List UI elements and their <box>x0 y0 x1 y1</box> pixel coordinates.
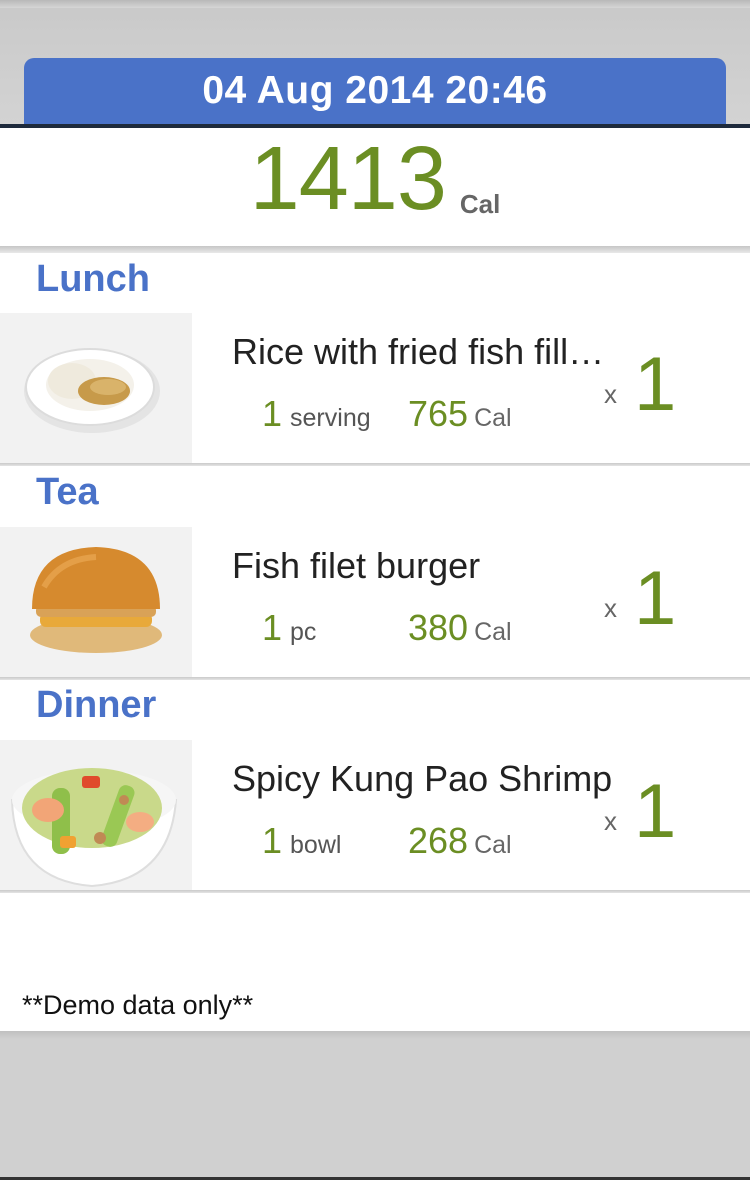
food-calories: 380 Cal <box>408 607 512 648</box>
food-calories: 268 Cal <box>408 820 512 861</box>
food-calories-unit: Cal <box>474 618 512 646</box>
food-count[interactable]: 1 <box>634 555 676 642</box>
food-row-lunch[interactable]: Rice with fried fish fill… 1 serving 765 C… <box>0 313 750 463</box>
food-count[interactable]: 1 <box>634 341 676 428</box>
fish-burger-photo-icon <box>0 527 192 677</box>
meal-header-dinner: Dinner <box>36 684 157 726</box>
meal-header-lunch: Lunch <box>36 258 150 300</box>
row-divider <box>0 890 750 893</box>
food-quantity-unit: serving <box>290 404 371 432</box>
bottom-bar <box>0 1031 750 1180</box>
meal-list: Lunch Rice with fried fish fill… 1 servin… <box>0 253 750 1031</box>
kung-pao-shrimp-bowl-photo-icon <box>0 740 192 890</box>
rice-fish-plate-photo-icon <box>0 313 192 463</box>
food-calories-unit: Cal <box>474 404 512 432</box>
meal-header-tea: Tea <box>36 471 99 513</box>
food-name: Spicy Kung Pao Shrimp <box>232 758 613 799</box>
total-calories-panel: 1413 Cal <box>0 128 750 246</box>
date-label: 04 Aug 2014 20:46 <box>202 69 548 112</box>
food-quantity: 1 pc <box>262 607 317 648</box>
food-quantity: 1 serving <box>262 393 371 434</box>
summary-divider <box>0 246 750 253</box>
food-row-dinner[interactable]: Spicy Kung Pao Shrimp 1 bowl 268 Cal x 1 <box>0 740 750 890</box>
demo-note: **Demo data only** <box>22 990 254 1020</box>
food-calories: 765 Cal <box>408 393 512 434</box>
food-calories-unit: Cal <box>474 831 512 859</box>
row-divider <box>0 463 750 466</box>
multiplier-sign: x <box>604 379 617 409</box>
food-quantity-unit: bowl <box>290 831 342 859</box>
total-calories-value: 1413 <box>249 129 447 229</box>
food-name: Fish filet burger <box>232 545 481 586</box>
food-name: Rice with fried fish fill… <box>232 331 605 372</box>
total-calories-unit: Cal <box>459 189 501 219</box>
multiplier-sign: x <box>604 806 617 836</box>
food-quantity-unit: pc <box>290 618 317 646</box>
row-divider <box>0 677 750 680</box>
food-quantity: 1 bowl <box>262 820 342 861</box>
date-tab[interactable]: 04 Aug 2014 20:46 <box>24 58 726 124</box>
food-count[interactable]: 1 <box>634 768 676 855</box>
food-row-tea[interactable]: Fish filet burger 1 pc 380 Cal x 1 <box>0 527 750 677</box>
multiplier-sign: x <box>604 593 617 623</box>
